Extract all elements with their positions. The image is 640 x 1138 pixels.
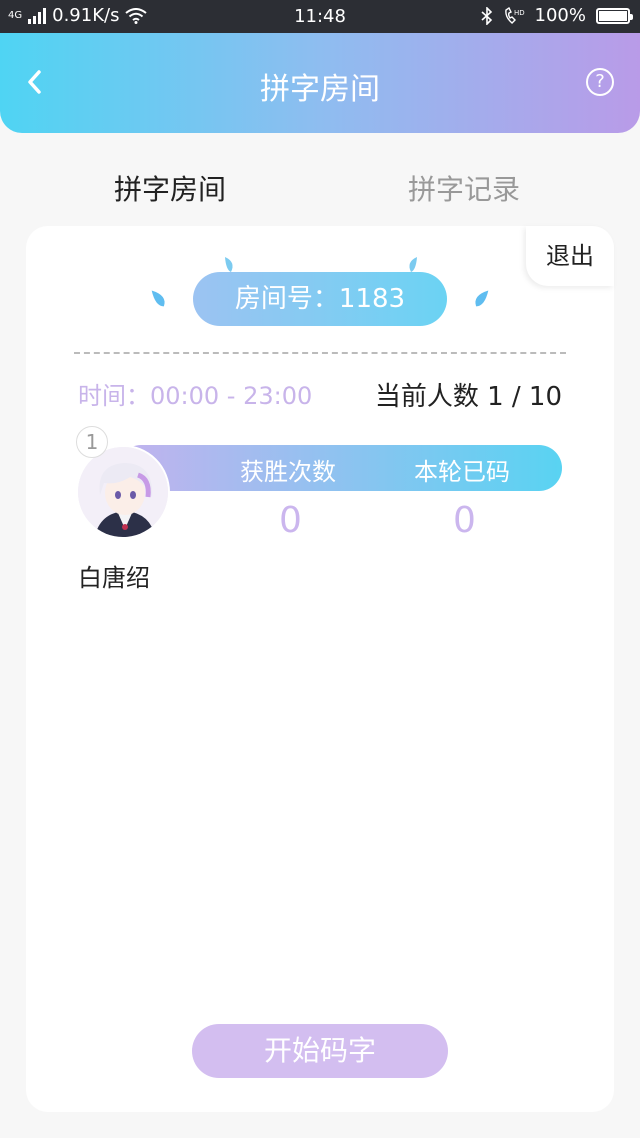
- rank-badge: 1: [76, 426, 108, 458]
- room-time: 时间：00:00 - 23:00: [78, 382, 313, 410]
- status-bar: 4G 0.91K/s 11:48 HD 100%: [0, 0, 640, 33]
- stat-value-wins: 0: [279, 500, 302, 541]
- page-title: 拼字房间: [260, 72, 380, 107]
- room-card: 退出 房间号：1183 时间：00:00 - 23:00 当前人数 1 / 10…: [26, 226, 614, 1112]
- stat-label-typed: 本轮已码: [414, 458, 510, 486]
- battery-icon: [596, 7, 633, 24]
- droplet-icon: [151, 290, 165, 307]
- question-circle-icon: ?: [595, 71, 605, 92]
- hd-call-icon: HD: [504, 6, 525, 24]
- help-button[interactable]: ?: [586, 68, 614, 96]
- room-number-badge: 房间号：1183: [193, 272, 447, 326]
- avatar[interactable]: [76, 445, 170, 539]
- player-name: 白唐绍: [78, 564, 150, 592]
- tab-records[interactable]: 拼字记录: [408, 168, 520, 208]
- divider: [74, 352, 566, 354]
- stat-label-wins: 获胜次数: [240, 458, 336, 486]
- tab-room[interactable]: 拼字房间: [114, 168, 226, 208]
- app-header: 4G 0.91K/s 11:48 HD 100% 拼字房间 ?: [0, 0, 640, 133]
- droplet-icon: [475, 290, 489, 307]
- stat-value-typed: 0: [453, 500, 476, 541]
- battery-level: 100%: [534, 5, 586, 26]
- bluetooth-icon: [480, 6, 492, 25]
- status-right: HD 100%: [480, 5, 633, 26]
- tab-bar: 拼字房间 拼字记录: [0, 160, 640, 212]
- player-count: 当前人数 1 / 10: [374, 382, 562, 412]
- exit-button[interactable]: 退出: [526, 226, 614, 286]
- avatar-image: [78, 447, 168, 537]
- start-typing-button[interactable]: 开始码字: [192, 1024, 448, 1078]
- svg-text:HD: HD: [514, 9, 525, 17]
